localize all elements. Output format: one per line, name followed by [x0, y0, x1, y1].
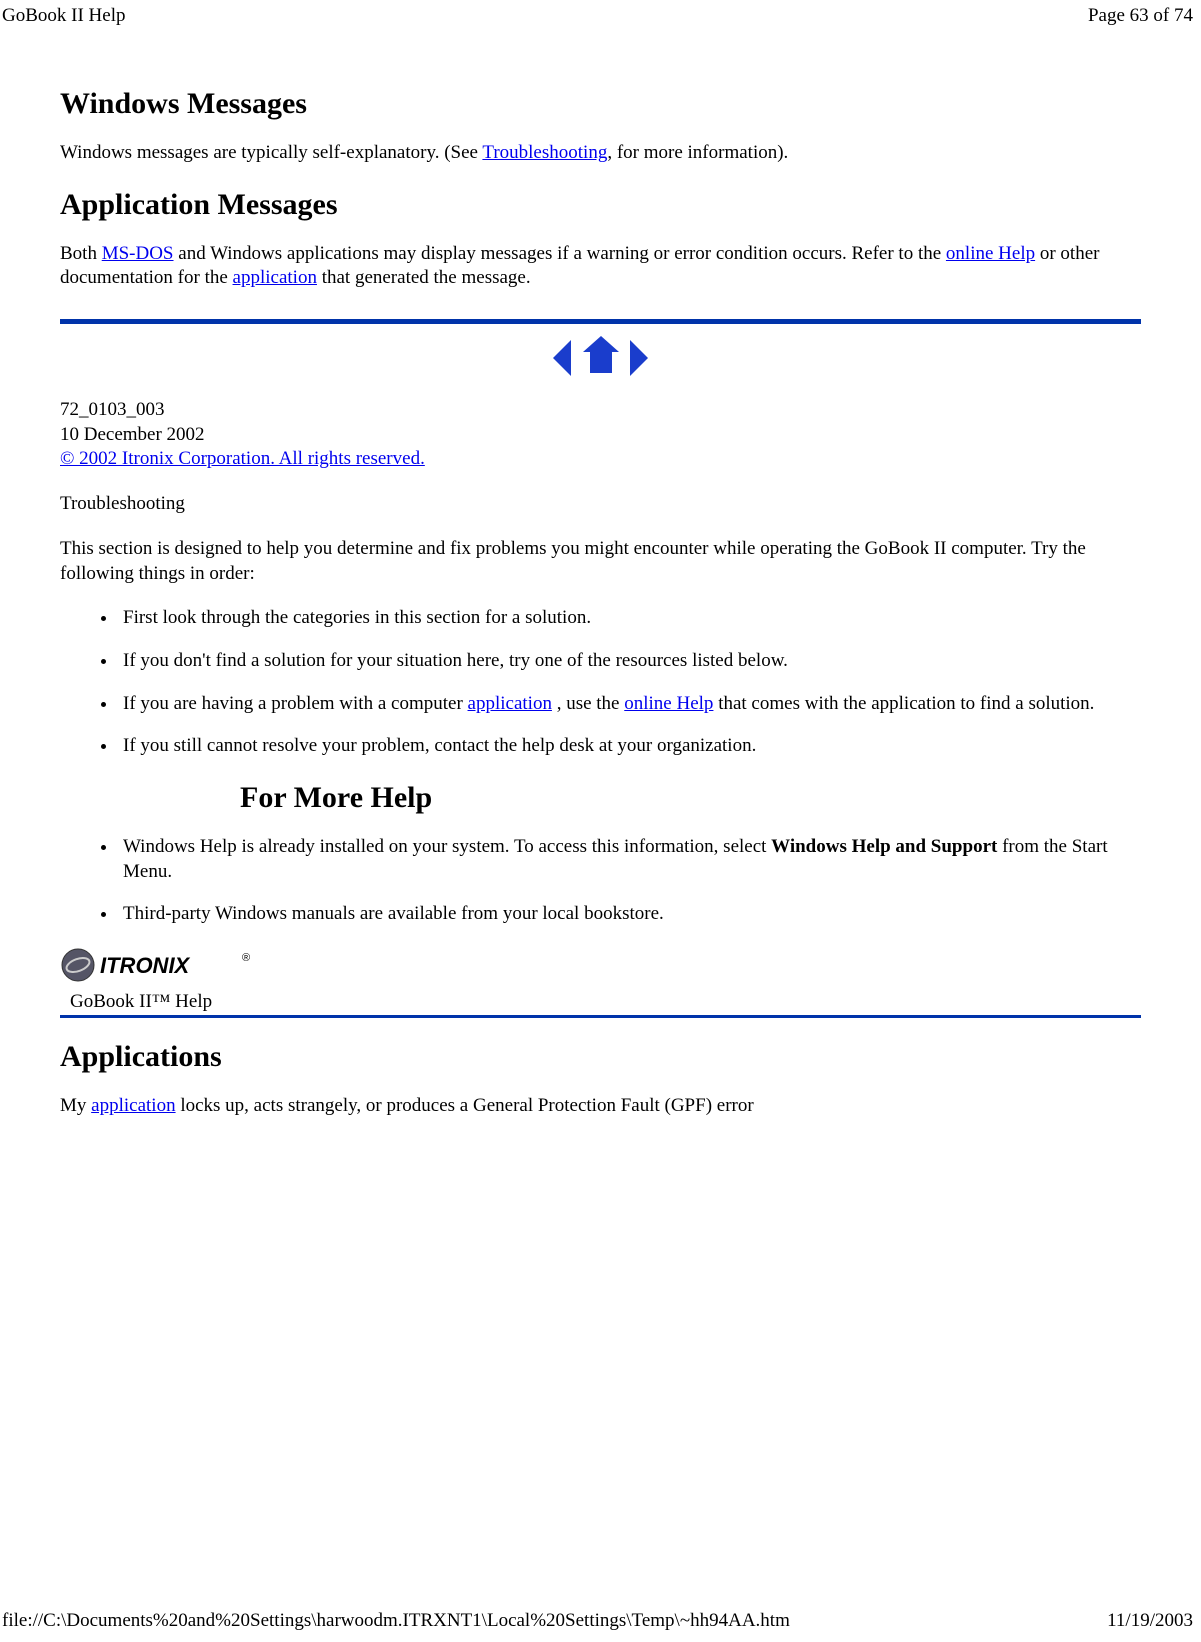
list-item: If you are having a problem with a compu…: [118, 692, 1141, 717]
list-item: If you don't find a solution for your si…: [118, 649, 1141, 674]
troubleshooting-link[interactable]: Troubleshooting: [482, 142, 607, 163]
divider: [60, 319, 1141, 324]
more-help-list: Windows Help is already installed on you…: [60, 835, 1141, 927]
online-help-link-2[interactable]: online Help: [624, 693, 713, 714]
windows-messages-heading: Windows Messages: [60, 87, 1141, 121]
for-more-help-heading: For More Help: [240, 781, 432, 815]
windows-help-bold: Windows Help and Support: [771, 836, 997, 857]
application-messages-heading: Application Messages: [60, 188, 1141, 222]
svg-text:®: ®: [242, 952, 250, 964]
doc-info: 72_0103_003 10 December 2002 © 2002 Itro…: [60, 398, 1141, 472]
troubleshooting-intro: This section is designed to help you det…: [60, 537, 1141, 586]
doc-number: 72_0103_003: [60, 398, 1141, 423]
footer-date: 11/19/2003: [1107, 1610, 1193, 1632]
copyright-link[interactable]: © 2002 Itronix Corporation. All rights r…: [60, 448, 425, 469]
application-messages-text: Both MS-DOS and Windows applications may…: [60, 242, 1141, 291]
logo-row: ITRONIX ®: [60, 947, 1141, 983]
page-info: Page 63 of 74: [1088, 5, 1193, 27]
svg-text:ITRONIX: ITRONIX: [100, 953, 191, 978]
next-icon[interactable]: [630, 340, 648, 376]
msdos-link[interactable]: MS-DOS: [102, 243, 174, 264]
online-help-link[interactable]: online Help: [946, 243, 1035, 264]
windows-messages-text: Windows messages are typically self-expl…: [60, 141, 1141, 166]
doc-date: 10 December 2002: [60, 423, 1141, 448]
troubleshooting-list: First look through the categories in thi…: [60, 606, 1141, 759]
applications-heading: Applications: [60, 1040, 1141, 1074]
gobook-help-label: GoBook II™ Help: [70, 991, 1141, 1013]
footer-path: file://C:\Documents%20and%20Settings\har…: [2, 1610, 790, 1632]
application-link[interactable]: application: [233, 267, 317, 288]
list-item: If you still cannot resolve your problem…: [118, 734, 1141, 759]
list-item: Third-party Windows manuals are availabl…: [118, 902, 1141, 927]
list-item: Windows Help is already installed on you…: [118, 835, 1141, 884]
application-link-2[interactable]: application: [468, 693, 552, 714]
prev-icon[interactable]: [553, 340, 571, 376]
home-icon[interactable]: [581, 338, 621, 378]
itronix-logo-icon: ITRONIX ®: [60, 947, 260, 983]
list-item: First look through the categories in thi…: [118, 606, 1141, 631]
application-link-3[interactable]: application: [91, 1095, 175, 1116]
troubleshooting-label: Troubleshooting: [60, 492, 1141, 517]
applications-text: My application locks up, acts strangely,…: [60, 1094, 1141, 1119]
nav-icons: [60, 338, 1141, 378]
divider-thin: [60, 1015, 1141, 1018]
header-title: GoBook II Help: [2, 5, 125, 27]
